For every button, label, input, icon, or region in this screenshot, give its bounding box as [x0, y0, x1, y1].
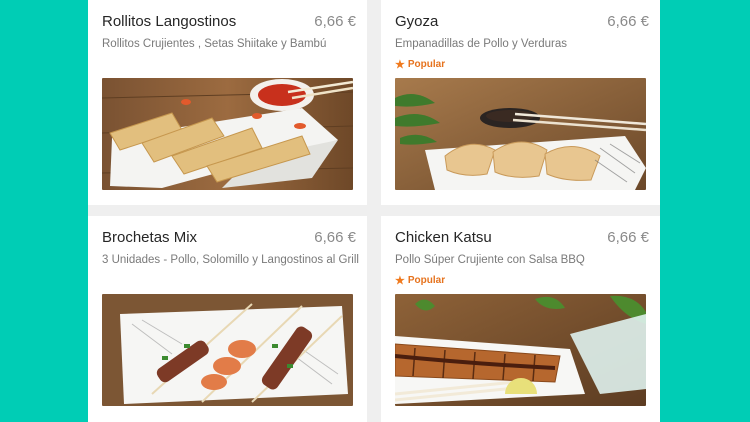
menu-item-card-chicken-katsu[interactable]: Chicken Katsu 6,66 € Pollo Súper Crujien…: [381, 216, 660, 422]
menu-item-card-brochetas-mix[interactable]: Brochetas Mix 6,66 € 3 Unidades - Pollo,…: [88, 216, 367, 422]
menu-item-name: Brochetas Mix: [102, 229, 198, 246]
menu-item-price: 6,66 €: [607, 13, 649, 30]
menu-item-photo: [102, 78, 353, 190]
menu-item-card-rollitos-langostinos[interactable]: Rollitos Langostinos 6,66 € Rollitos Cru…: [88, 0, 367, 205]
menu-item-photo: [102, 294, 353, 406]
popular-label: Popular: [407, 275, 446, 286]
menu-item-price: 6,66 €: [314, 13, 356, 30]
star-icon: ★: [395, 59, 405, 71]
menu-item-description: Empanadillas de Pollo y Verduras: [395, 38, 567, 50]
popular-label: Popular: [407, 59, 446, 70]
menu-item-name: Rollitos Langostinos: [102, 13, 237, 30]
menu-item-name: Gyoza: [395, 13, 439, 30]
star-icon: ★: [395, 275, 405, 287]
menu-item-card-gyoza[interactable]: Gyoza 6,66 € Empanadillas de Pollo y Ver…: [381, 0, 660, 205]
menu-item-price: 6,66 €: [314, 229, 356, 246]
menu-item-photo: [395, 294, 646, 406]
popular-badge: ★ Popular: [395, 274, 445, 287]
menu-item-photo: [395, 78, 646, 190]
menu-item-description: Rollitos Crujientes , Setas Shiitake y B…: [102, 38, 327, 50]
popular-badge: ★ Popular: [395, 58, 445, 71]
menu-item-description: Pollo Súper Crujiente con Salsa BBQ: [395, 254, 585, 266]
menu-item-price: 6,66 €: [607, 229, 649, 246]
menu-item-description: 3 Unidades - Pollo, Solomillo y Langosti…: [102, 254, 359, 266]
menu-item-name: Chicken Katsu: [395, 229, 492, 246]
